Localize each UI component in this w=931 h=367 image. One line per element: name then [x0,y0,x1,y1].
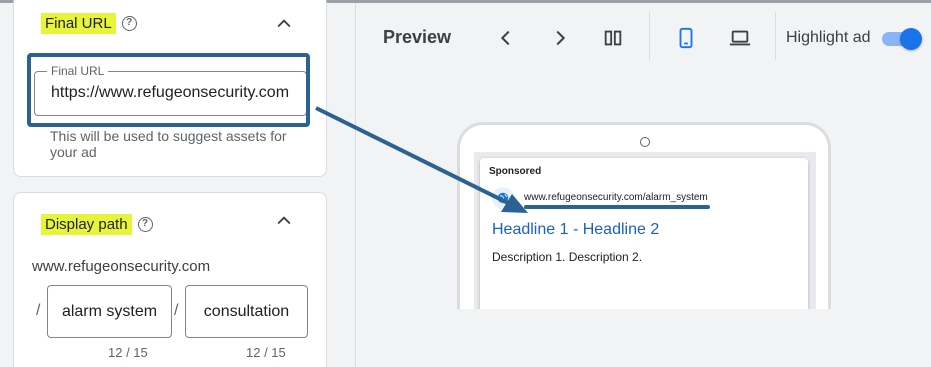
phone-screen: Sponsored www.refugeonsecurity.com/alarm… [474,152,816,318]
final-url-hint: This will be used to suggest assets for … [50,128,287,160]
path1-counter: 12 / 15 [108,345,148,360]
help-icon[interactable]: ? [137,217,153,232]
path-separator: / [36,302,41,319]
preview-bottom-area [356,309,931,367]
path2-counter: 12 / 15 [246,345,286,360]
globe-icon [492,187,514,209]
display-path-card: Display path ? www.refugeonsecurity.com … [13,192,327,367]
camera-icon [640,137,650,147]
annotation-highlight-box [27,53,310,127]
preview-title: Preview [383,27,452,47]
display-path-header[interactable]: Display path ? [41,214,153,235]
annotation-underline [524,205,710,209]
highlight-ad-label: Highlight ad [786,29,871,46]
ad-description: Description 1. Description 2. [492,250,643,264]
path-separator: / [174,302,179,319]
chevron-up-icon[interactable] [274,211,294,231]
final-url-title: Final URL [41,13,116,34]
toggle-knob [900,28,922,50]
help-icon[interactable]: ? [121,16,137,31]
display-path-title: Display path [41,214,132,235]
toolbar-divider [775,12,776,60]
ad-display-url: www.refugeonsecurity.com/alarm_system [524,192,708,203]
final-url-header[interactable]: Final URL ? [41,13,137,34]
preview-pane: Preview Highlight ad Sponsored www.refug… [355,3,931,367]
path2-input[interactable]: consultation [185,285,308,338]
ad-headline: Headline 1 - Headline 2 [492,221,660,238]
laptop-icon[interactable] [726,24,754,52]
ad-preview-card: Sponsored www.refugeonsecurity.com/alarm… [480,158,808,312]
display-domain: www.refugeonsecurity.com [32,258,211,275]
chevron-left-icon[interactable] [492,24,520,52]
chevron-up-icon[interactable] [274,14,294,34]
sponsored-label: Sponsored [489,166,542,177]
chevron-right-icon[interactable] [546,24,574,52]
highlight-ad-toggle[interactable] [878,28,922,50]
mobile-icon[interactable] [672,24,700,52]
path1-input[interactable]: alarm system [47,285,172,338]
split-view-icon[interactable] [599,24,627,52]
toolbar-divider [649,12,650,60]
